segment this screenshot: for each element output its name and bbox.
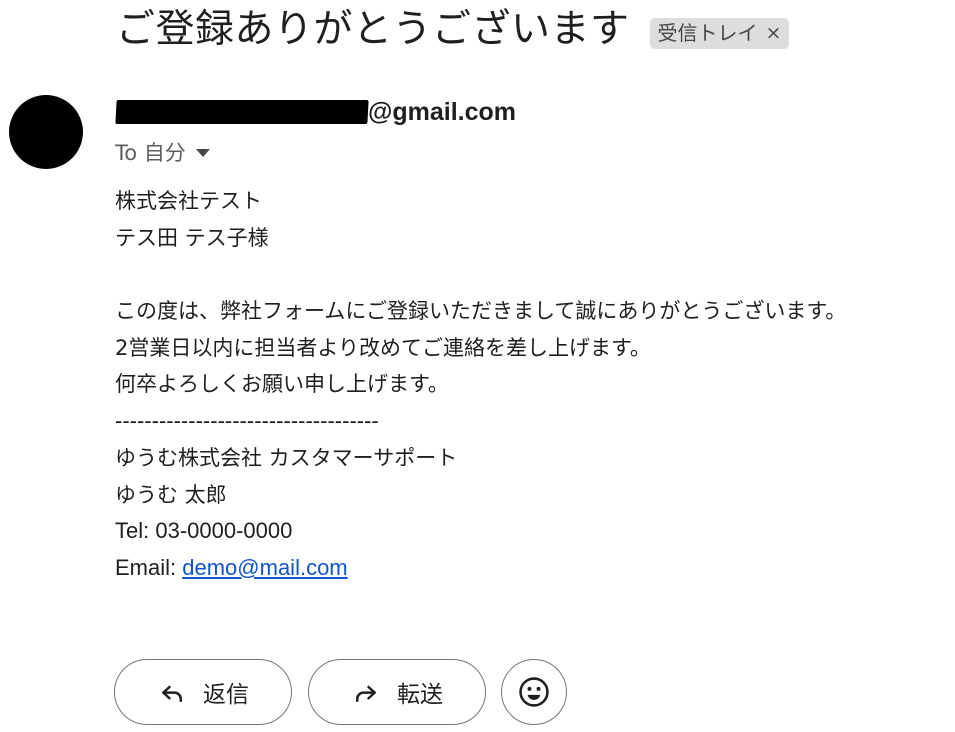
recipient-row[interactable]: To 自分 xyxy=(115,137,210,167)
remove-label-close-icon[interactable]: × xyxy=(766,19,782,47)
body-line: ゆうむ株式会社 カスタマーサポート xyxy=(115,445,458,470)
email-subject: ご登録ありがとうございます xyxy=(116,7,630,52)
reply-button[interactable]: 返信 xyxy=(114,659,292,725)
emoji-reaction-button[interactable] xyxy=(501,659,567,725)
forward-button[interactable]: 転送 xyxy=(308,659,486,725)
redacted-username xyxy=(115,100,369,124)
sender-address[interactable]: @gmail.com xyxy=(115,96,517,128)
email-label: Email: xyxy=(115,554,177,580)
body-line: ゆうむ 太郎 xyxy=(115,482,227,507)
subject-row: ご登録ありがとうございます 受信トレイ × xyxy=(116,4,790,56)
body-line: 何卒よろしくお願い申し上げます。 xyxy=(115,372,449,397)
inbox-label-text: 受信トレイ xyxy=(657,20,758,45)
body-line: 株式会社テスト xyxy=(115,189,262,213)
reply-arrow-icon xyxy=(162,685,182,702)
reply-label: 返信 xyxy=(203,682,249,708)
body-line: テス田 テス子様 xyxy=(115,225,269,250)
caret-down-icon[interactable] xyxy=(195,149,210,157)
signature-email: Email: demo@mail.com xyxy=(115,550,955,587)
body-line: 2営業日以内に担当者より改めてご連絡を差し上げます。 xyxy=(115,335,651,360)
inbox-label-chip[interactable]: 受信トレイ × xyxy=(649,17,790,49)
emoji-smile-icon xyxy=(519,677,549,707)
signature-tel: Tel: 03-0000-0000 xyxy=(115,518,293,544)
forward-arrow-icon xyxy=(356,685,376,702)
body-line: この度は、弊社フォームにご登録いただきまして誠にありがとうございます。 xyxy=(115,299,847,324)
recipient-label: To 自分 xyxy=(115,141,186,165)
sender-domain: @gmail.com xyxy=(368,97,517,126)
email-body: 株式会社テスト テス田 テス子様 この度は、弊社フォームにご登録いただきまして誠… xyxy=(115,183,955,587)
action-bar: 返信 転送 xyxy=(114,659,567,725)
forward-label: 転送 xyxy=(397,682,443,708)
signature-divider: ------------------------------------ xyxy=(115,408,379,434)
sender-avatar[interactable] xyxy=(9,95,83,169)
email-link[interactable]: demo@mail.com xyxy=(182,555,347,580)
body-blank-line xyxy=(115,256,955,293)
